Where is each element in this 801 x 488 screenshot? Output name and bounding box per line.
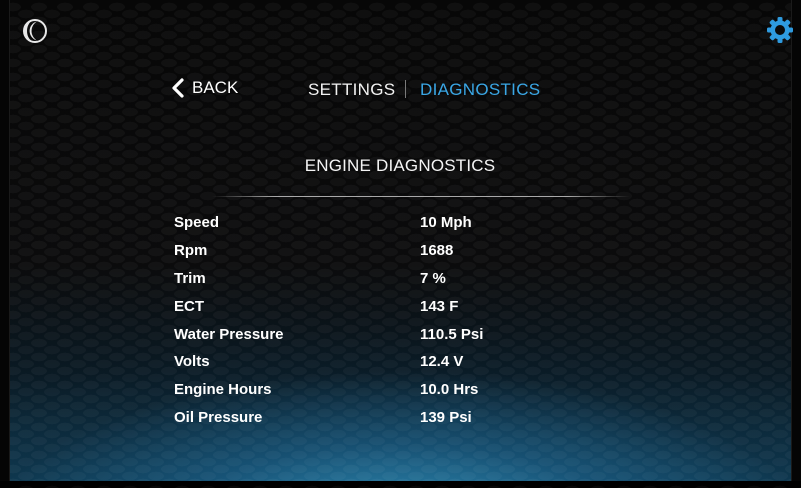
diagnostic-row-trim: Trim 7 % — [174, 265, 594, 293]
gear-icon[interactable] — [766, 16, 794, 44]
chevron-left-icon — [172, 78, 184, 98]
diagnostics-table: Speed 10 Mph Rpm 1688 Trim 7 % ECT 143 F… — [174, 209, 594, 431]
tab-settings[interactable]: SETTINGS — [308, 80, 395, 100]
diagnostic-label: Engine Hours — [174, 381, 272, 399]
back-label: BACK — [192, 78, 239, 97]
diagnostic-row-engine-hours: Engine Hours 10.0 Hrs — [174, 376, 594, 404]
diagnostic-value: 1688 — [420, 242, 454, 260]
tab-diagnostics[interactable]: DIAGNOSTICS — [420, 80, 540, 100]
moon-icon[interactable] — [22, 18, 48, 44]
diagnostic-value: 143 F — [420, 297, 459, 315]
diagnostic-label: ECT — [174, 297, 204, 315]
diagnostic-value: 10.0 Hrs — [420, 381, 479, 399]
diagnostic-label: Oil Pressure — [174, 408, 263, 426]
diagnostic-row-speed: Speed 10 Mph — [174, 209, 594, 237]
diagnostic-value: 139 Psi — [420, 408, 472, 426]
bezel-left — [0, 0, 10, 481]
diagnostic-value: 7 % — [420, 269, 446, 287]
bezel-right — [791, 0, 801, 481]
diagnostic-value: 110.5 Psi — [420, 325, 484, 343]
diagnostic-label: Volts — [174, 353, 210, 371]
diagnostic-row-ect: ECT 143 F — [174, 292, 594, 320]
diagnostic-label: Speed — [174, 214, 220, 232]
diagnostic-row-volts: Volts 12.4 V — [174, 348, 594, 376]
tab-divider — [405, 80, 406, 98]
diagnostic-label: Water Pressure — [174, 325, 284, 343]
diagnostic-label: Trim — [174, 269, 206, 287]
diagnostic-row-water-pressure: Water Pressure 110.5 Psi — [174, 320, 594, 348]
diagnostic-label: Rpm — [174, 242, 208, 260]
diagnostic-value: 10 Mph — [420, 214, 472, 232]
section-title: ENGINE DIAGNOSTICS — [304, 156, 496, 175]
diagnostic-value: 12.4 V — [420, 353, 464, 371]
diagnostic-row-oil-pressure: Oil Pressure 139 Psi — [174, 404, 594, 432]
diagnostic-row-rpm: Rpm 1688 — [174, 237, 594, 265]
section-divider — [212, 196, 630, 197]
back-button[interactable]: BACK — [170, 76, 238, 100]
